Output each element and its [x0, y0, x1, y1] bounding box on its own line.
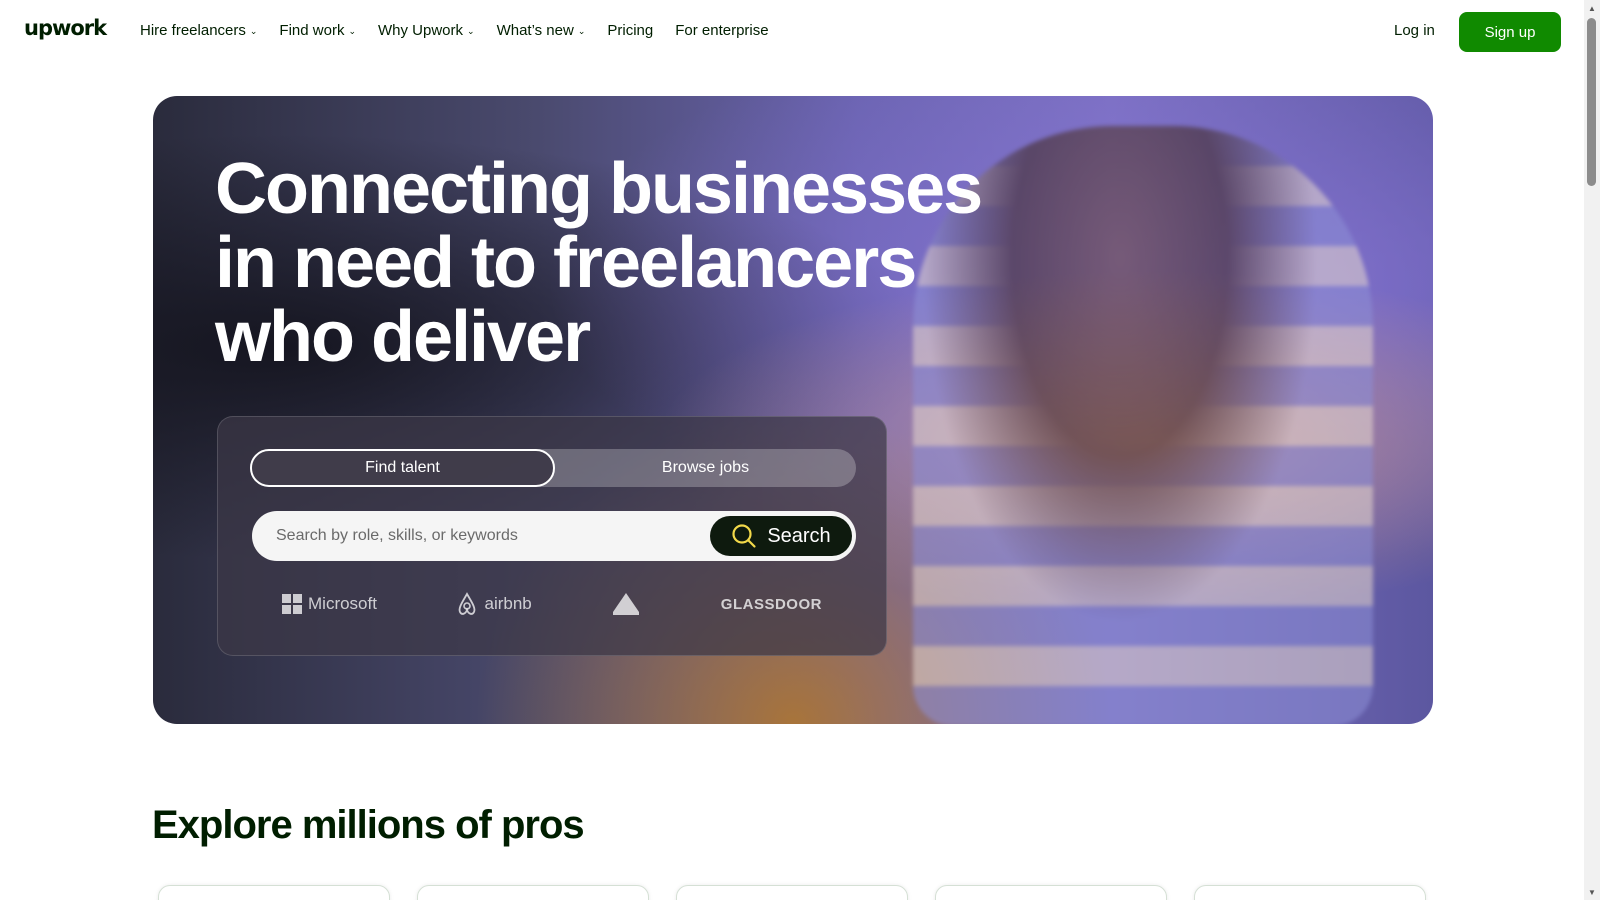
category-card[interactable] — [1194, 885, 1426, 900]
brand-name: airbnb — [484, 594, 532, 613]
tab-browse-jobs[interactable]: Browse jobs — [555, 449, 856, 487]
brand-airbnb: airbnb — [456, 592, 532, 616]
nav-links: Hire freelancers ⌄ Find work ⌄ Why Upwor… — [140, 22, 791, 39]
nav-find-work[interactable]: Find work ⌄ — [279, 22, 356, 39]
brand-name: GLASSDOOR — [720, 595, 822, 613]
brand-bissell — [611, 592, 641, 616]
brand-name: Microsoft — [308, 594, 377, 613]
nav-why-upwork[interactable]: Why Upwork ⌄ — [378, 22, 475, 39]
nav-label: For enterprise — [675, 22, 769, 39]
nav-hire-freelancers[interactable]: Hire freelancers ⌄ — [140, 22, 257, 39]
top-navigation: upwork Hire freelancers ⌄ Find work ⌄ Wh… — [0, 0, 1584, 64]
nav-whats-new[interactable]: What’s new ⌄ — [497, 22, 586, 39]
airbnb-logo-icon — [459, 592, 476, 615]
category-card[interactable] — [676, 885, 908, 900]
scroll-down-icon[interactable]: ▼ — [1584, 884, 1600, 900]
search-panel: Find talent Browse jobs Search by role, … — [217, 416, 887, 656]
bissell-logo-icon — [613, 593, 640, 615]
nav-for-enterprise[interactable]: For enterprise — [675, 22, 768, 39]
nav-pricing[interactable]: Pricing — [607, 22, 653, 39]
nav-label: Pricing — [607, 22, 654, 39]
chevron-down-icon: ⌄ — [249, 26, 258, 36]
category-cards — [158, 885, 1428, 900]
category-card[interactable] — [935, 885, 1167, 900]
search-icon — [732, 524, 756, 548]
chevron-down-icon: ⌄ — [467, 26, 475, 36]
upwork-logo[interactable]: upwork — [24, 16, 107, 40]
category-card[interactable] — [417, 885, 649, 900]
hero-title: Connecting businesses in need to freelan… — [215, 149, 983, 377]
login-link[interactable]: Log in — [1394, 22, 1435, 39]
search-button[interactable]: Search — [710, 516, 852, 556]
search-mode-tabs: Find talent Browse jobs — [250, 449, 856, 487]
nav-label: Hire freelancers — [140, 22, 246, 39]
category-card[interactable] — [158, 885, 390, 900]
chevron-down-icon: ⌄ — [577, 26, 586, 36]
brand-microsoft: Microsoft — [282, 594, 377, 614]
nav-label: Find work — [279, 22, 345, 39]
microsoft-logo-icon — [282, 594, 302, 614]
search-button-label: Search — [767, 524, 831, 547]
nav-label: What’s new — [496, 22, 574, 39]
search-input[interactable] — [252, 511, 710, 561]
tab-find-talent[interactable]: Find talent — [250, 449, 555, 487]
signup-button[interactable]: Sign up — [1459, 12, 1561, 52]
brand-glassdoor: GLASSDOOR — [721, 596, 822, 613]
hero-banner: Connecting businesses in need to freelan… — [153, 96, 1433, 724]
search-box: Search — [252, 511, 856, 561]
scroll-up-icon[interactable]: ▲ — [1584, 0, 1600, 16]
page-scrollbar[interactable]: ▲ ▼ — [1584, 0, 1600, 900]
trusted-brands: Microsoft airbnb GLASSDOOR — [282, 592, 822, 616]
scroll-thumb[interactable] — [1587, 18, 1596, 186]
nav-label: Why Upwork — [378, 22, 464, 39]
chevron-down-icon: ⌄ — [348, 26, 356, 36]
explore-section-title: Explore millions of pros — [152, 803, 585, 847]
